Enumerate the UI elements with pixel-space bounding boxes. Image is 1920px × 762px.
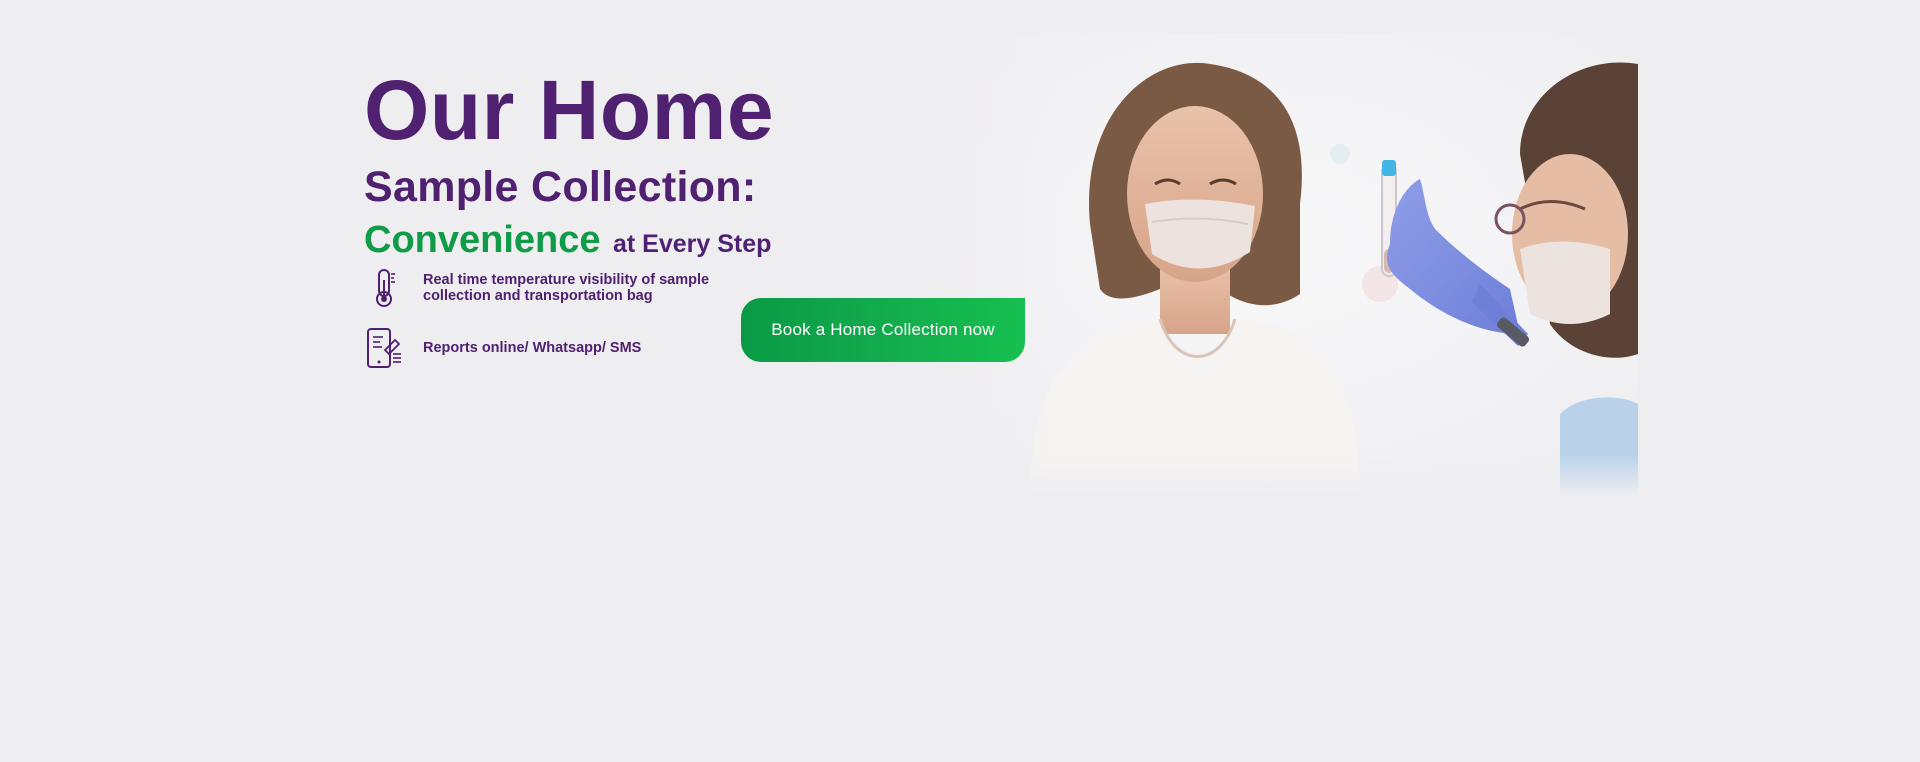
feature-text-reports: Reports online/ Whatsapp/ SMS [423, 339, 642, 356]
headline-rest: at Every Step [612, 230, 772, 258]
headline-line-1: Our Home [364, 63, 775, 157]
headline-line-3: Convenience at Every Step [364, 218, 1044, 270]
headline-line-2: Sample Collection: [364, 163, 757, 211]
book-home-collection-label: Book a Home Collection now [771, 320, 995, 339]
hero-headline: Our Home Sample Collection: Convenience … [364, 68, 1044, 270]
page: Our Home Sample Collection: Convenience … [0, 0, 1920, 762]
headline-accent: Convenience [364, 219, 601, 261]
feature-list: Real time temperature visibility of samp… [364, 268, 744, 388]
feature-item-temperature: Real time temperature visibility of samp… [364, 268, 744, 308]
feature-item-reports: Reports online/ Whatsapp/ SMS [364, 328, 744, 368]
feature-text-temperature: Real time temperature visibility of samp… [423, 271, 710, 305]
thermometer-icon [364, 268, 404, 308]
book-home-collection-button[interactable]: Book a Home Collection now [741, 298, 1025, 362]
mobile-report-icon [364, 328, 404, 368]
